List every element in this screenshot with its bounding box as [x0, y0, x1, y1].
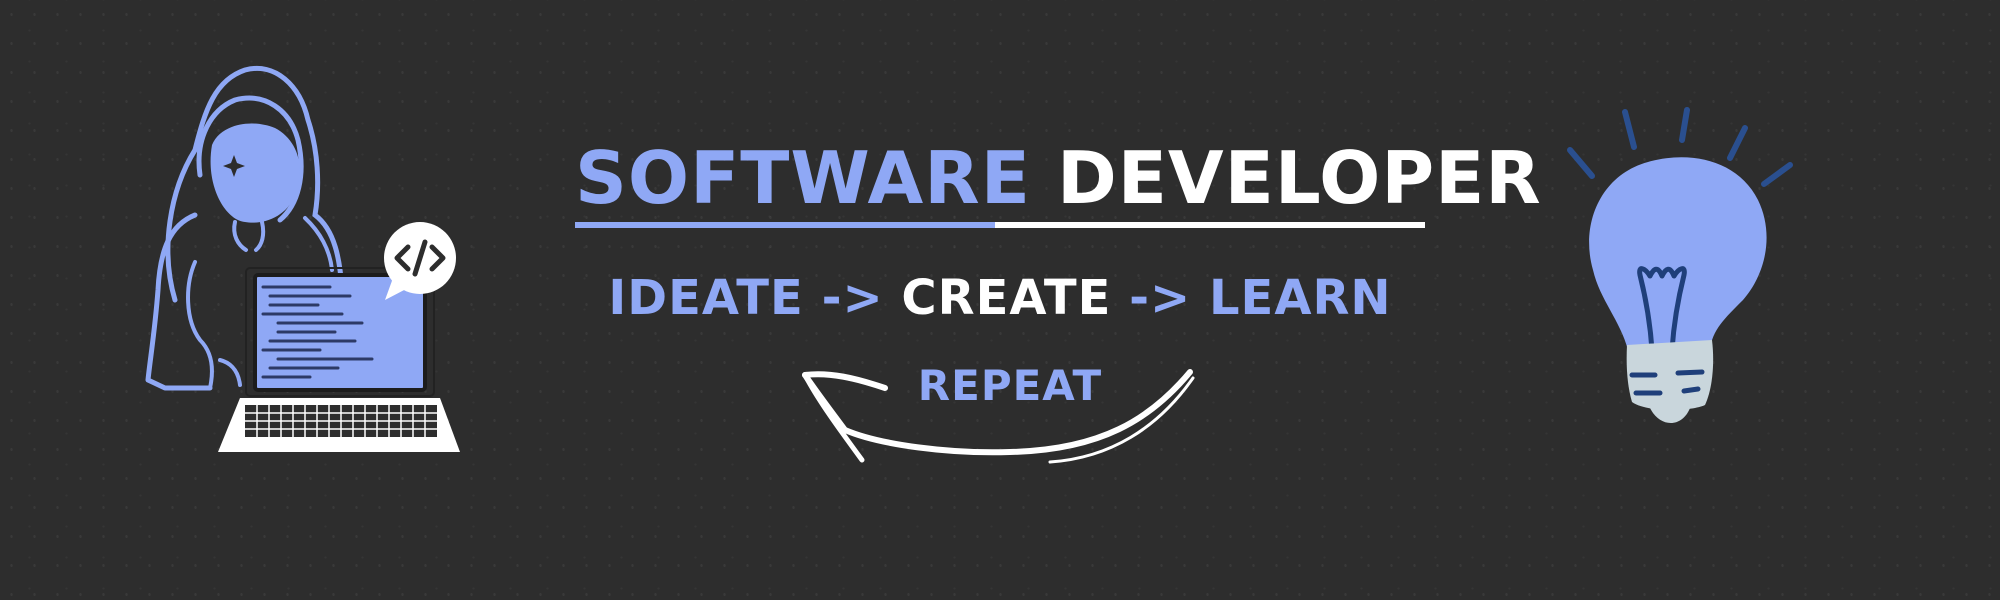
step-arrow: -> — [821, 270, 884, 326]
banner: SOFTWARE DEVELOPER IDEATE -> CREATE -> L… — [0, 0, 2000, 600]
title-underline-blue — [575, 222, 995, 228]
step-learn: LEARN — [1208, 270, 1392, 326]
title-word-developer: DEVELOPER — [1056, 136, 1542, 220]
repeat-label: REPEAT — [917, 361, 1103, 410]
title-underline-white — [995, 222, 1425, 228]
step-ideate: IDEATE — [608, 270, 804, 326]
page-title: SOFTWARE DEVELOPER — [575, 142, 1541, 214]
title-word-software: SOFTWARE — [575, 136, 1031, 220]
step-arrow: -> — [1129, 270, 1192, 326]
step-create: CREATE — [901, 270, 1112, 326]
process-steps: IDEATE -> CREATE -> LEARN — [560, 274, 1440, 322]
